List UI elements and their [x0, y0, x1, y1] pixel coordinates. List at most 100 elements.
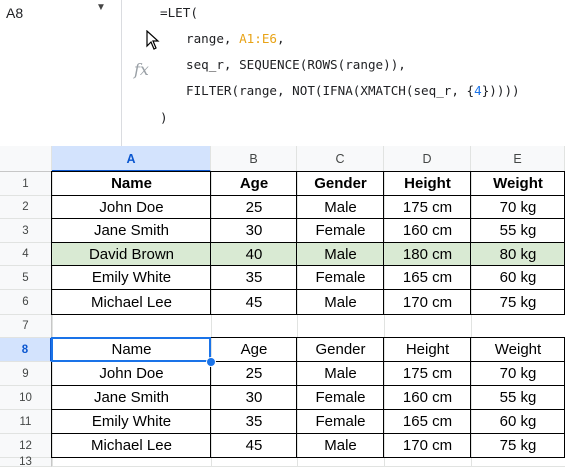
cell-a13[interactable]	[52, 458, 211, 467]
cell-d13[interactable]	[384, 458, 471, 467]
row-header-9[interactable]: 9	[0, 362, 52, 386]
formula-line-2[interactable]: range, A1:E6,	[186, 31, 285, 46]
cell-c6[interactable]: Male	[297, 290, 384, 315]
row-header-3[interactable]: 3	[0, 219, 52, 243]
cell-d3[interactable]: 160 cm	[384, 219, 471, 243]
cell-d10[interactable]: 160 cm	[384, 386, 471, 410]
cell-e4[interactable]: 80 kg	[471, 243, 565, 266]
row-header-6[interactable]: 6	[0, 290, 52, 315]
name-box-value[interactable]: A8	[6, 5, 23, 21]
cell-a6[interactable]: Michael Lee	[52, 290, 211, 315]
cell-a3[interactable]: Jane Smith	[52, 219, 211, 243]
row-header-5[interactable]: 5	[0, 266, 52, 290]
fill-handle[interactable]	[206, 357, 216, 367]
cell-d12[interactable]: 170 cm	[384, 434, 471, 458]
select-all-corner[interactable]	[0, 146, 52, 172]
cell-e3[interactable]: 55 kg	[471, 219, 565, 243]
chevron-down-icon[interactable]: ▼	[96, 2, 106, 13]
cell-b12[interactable]: 45	[211, 434, 297, 458]
cell-b10[interactable]: 30	[211, 386, 297, 410]
row-header-1[interactable]: 1	[0, 172, 52, 196]
cell-e5[interactable]: 60 kg	[471, 266, 565, 290]
cell-c7[interactable]	[297, 315, 384, 338]
cell-c11[interactable]: Female	[297, 410, 384, 434]
table-border	[52, 361, 565, 362]
cell-b6[interactable]: 45	[211, 290, 297, 315]
column-header-d[interactable]: D	[384, 146, 471, 172]
table-border	[296, 337, 297, 458]
cell-a5[interactable]: Emily White	[52, 266, 211, 290]
cell-a8[interactable]: Name	[52, 338, 211, 362]
cell-a2[interactable]: John Doe	[52, 196, 211, 219]
cell-e13[interactable]	[471, 458, 565, 467]
table-border	[52, 242, 565, 243]
row-header-10[interactable]: 10	[0, 386, 52, 410]
cell-c12[interactable]: Male	[297, 434, 384, 458]
formula-line-4[interactable]: FILTER(range, NOT(IFNA(XMATCH(seq_r, {4}…	[186, 83, 520, 98]
cell-a1[interactable]: Name	[52, 172, 211, 196]
cell-a7[interactable]	[52, 315, 211, 338]
cell-d9[interactable]: 175 cm	[384, 362, 471, 386]
row-header-11[interactable]: 11	[0, 410, 52, 434]
cell-e1[interactable]: Weight	[471, 172, 565, 196]
cell-c10[interactable]: Female	[297, 386, 384, 410]
cell-c2[interactable]: Male	[297, 196, 384, 219]
table-border	[52, 433, 565, 434]
cell-b13[interactable]	[211, 458, 297, 467]
cell-e8[interactable]: Weight	[471, 338, 565, 362]
cell-d7[interactable]	[384, 315, 471, 338]
cell-e10[interactable]: 55 kg	[471, 386, 565, 410]
cell-d6[interactable]: 170 cm	[384, 290, 471, 315]
row-header-4[interactable]: 4	[0, 243, 52, 266]
cell-e11[interactable]: 60 kg	[471, 410, 565, 434]
cell-c8[interactable]: Gender	[297, 338, 384, 362]
cell-b4[interactable]: 40	[211, 243, 297, 266]
table-border	[52, 409, 565, 410]
cell-e12[interactable]: 75 kg	[471, 434, 565, 458]
cell-d2[interactable]: 175 cm	[384, 196, 471, 219]
cell-b8[interactable]: Age	[211, 338, 297, 362]
cell-d1[interactable]: Height	[384, 172, 471, 196]
cell-d4[interactable]: 180 cm	[384, 243, 471, 266]
cell-b9[interactable]: 25	[211, 362, 297, 386]
cell-e6[interactable]: 75 kg	[471, 290, 565, 315]
cell-a11[interactable]: Emily White	[52, 410, 211, 434]
formula-line-3[interactable]: seq_r, SEQUENCE(ROWS(range)),	[186, 57, 406, 72]
cell-b11[interactable]: 35	[211, 410, 297, 434]
cell-d5[interactable]: 165 cm	[384, 266, 471, 290]
fx-icon: fx	[134, 60, 149, 79]
cell-e9[interactable]: 70 kg	[471, 362, 565, 386]
name-box[interactable]: A8 ▼	[0, 0, 118, 40]
column-header-c[interactable]: C	[297, 146, 384, 172]
cell-c13[interactable]	[297, 458, 384, 467]
cell-c1[interactable]: Gender	[297, 172, 384, 196]
cell-b7[interactable]	[211, 315, 297, 338]
cell-e7[interactable]	[471, 315, 565, 338]
column-header-a[interactable]: A	[52, 146, 211, 172]
cell-e2[interactable]: 70 kg	[471, 196, 565, 219]
cell-a12[interactable]: Michael Lee	[52, 434, 211, 458]
row-header-12[interactable]: 12	[0, 434, 52, 458]
formula-line-1[interactable]: =LET(	[160, 5, 198, 20]
row-header-13[interactable]: 13	[0, 456, 52, 468]
row-header-8[interactable]: 8	[0, 338, 52, 362]
cell-a10[interactable]: Jane Smith	[52, 386, 211, 410]
column-header-b[interactable]: B	[211, 146, 297, 172]
cell-a9[interactable]: John Doe	[52, 362, 211, 386]
formula-line-5[interactable]: )	[160, 110, 168, 125]
cell-a4[interactable]: David Brown	[52, 243, 211, 266]
cell-c5[interactable]: Female	[297, 266, 384, 290]
cell-b5[interactable]: 35	[211, 266, 297, 290]
row-header-2[interactable]: 2	[0, 196, 52, 219]
cell-c3[interactable]: Female	[297, 219, 384, 243]
row-header-7[interactable]: 7	[0, 315, 52, 338]
formula-text: }))))	[481, 83, 520, 98]
cell-b3[interactable]: 30	[211, 219, 297, 243]
column-header-e[interactable]: E	[471, 146, 565, 172]
cell-d11[interactable]: 165 cm	[384, 410, 471, 434]
cell-d8[interactable]: Height	[384, 338, 471, 362]
cell-b2[interactable]: 25	[211, 196, 297, 219]
cell-c9[interactable]: Male	[297, 362, 384, 386]
cell-b1[interactable]: Age	[211, 172, 297, 196]
cell-c4[interactable]: Male	[297, 243, 384, 266]
